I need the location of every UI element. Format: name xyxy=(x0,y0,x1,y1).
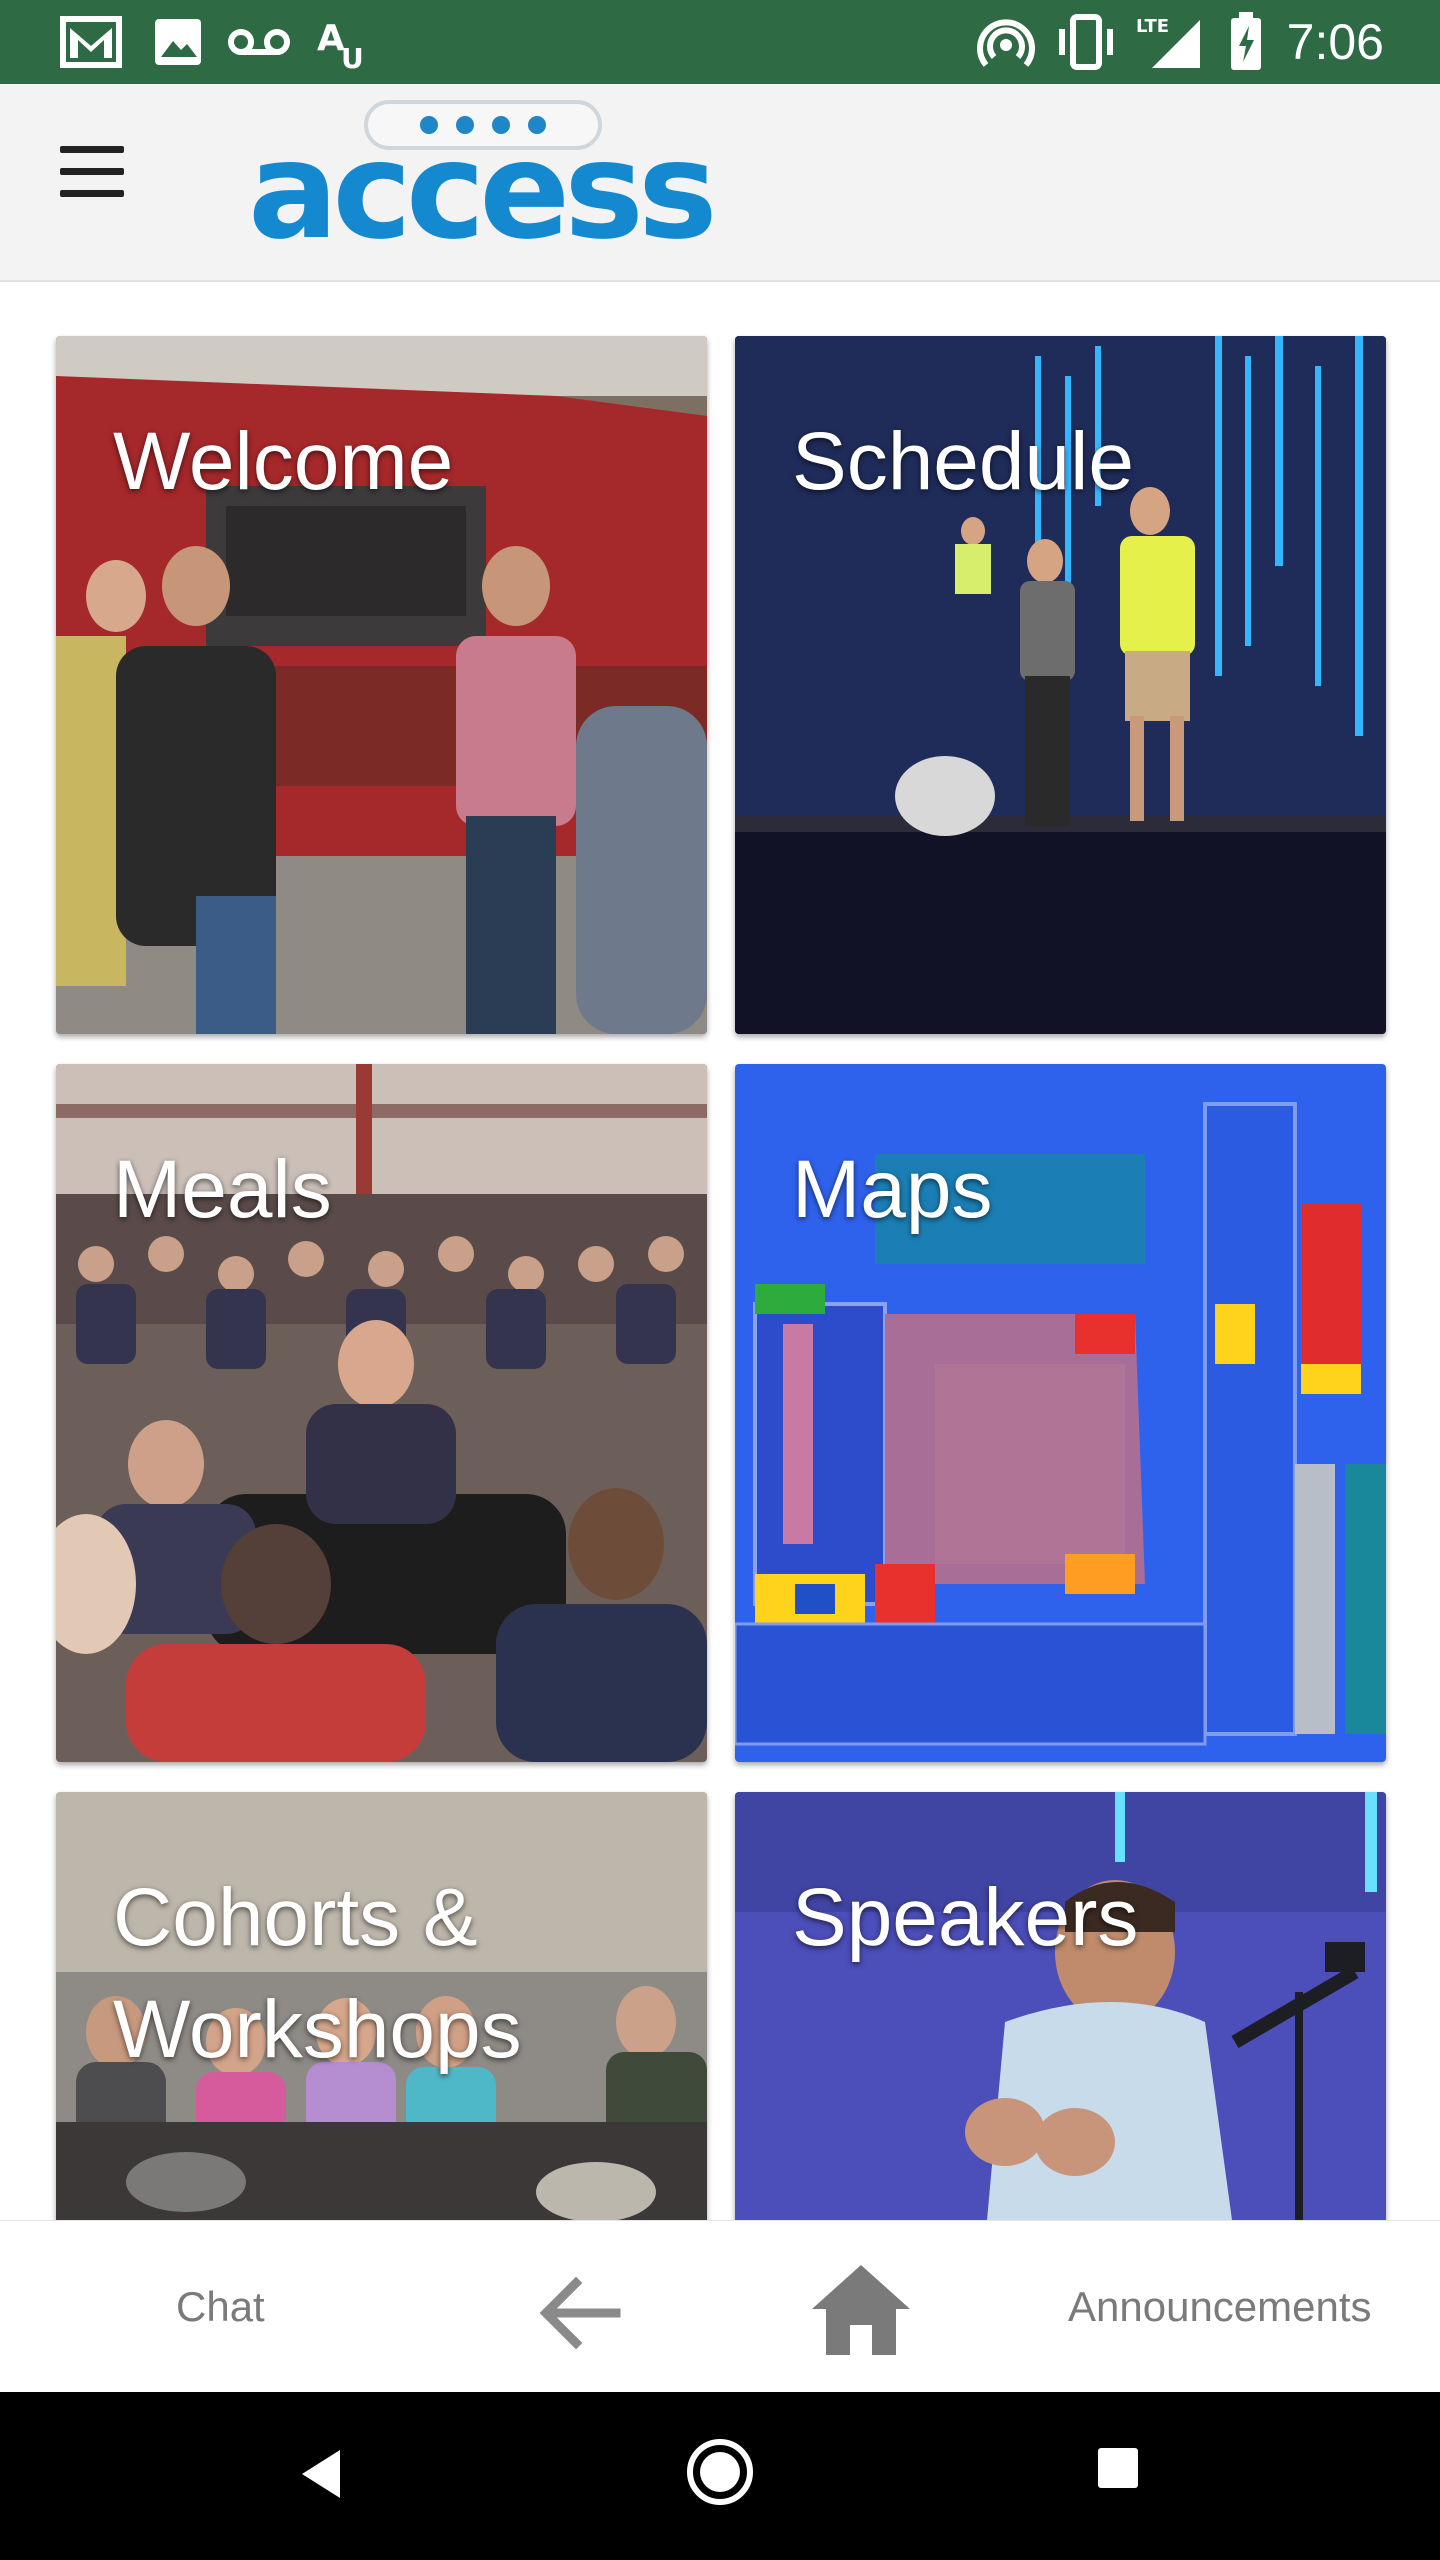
hamburger-menu-icon[interactable] xyxy=(60,146,136,210)
svg-text:LTE: LTE xyxy=(1136,16,1169,37)
gmail-icon xyxy=(58,12,124,72)
svg-text:U: U xyxy=(341,42,364,72)
tile-label: Welcome xyxy=(113,416,454,507)
tile-label: Schedule xyxy=(792,416,1134,507)
access-logo: access xyxy=(248,94,718,269)
tile-label: Maps xyxy=(792,1144,993,1235)
voicemail-icon xyxy=(226,12,292,72)
vibrate-icon xyxy=(1054,12,1118,72)
bottom-nav: Chat Announcements xyxy=(0,2220,1440,2393)
chat-button[interactable]: Chat xyxy=(176,2221,265,2393)
arrow-left-icon[interactable] xyxy=(536,2273,626,2353)
triangle-back-icon[interactable] xyxy=(296,2444,346,2504)
logo-text: access xyxy=(248,113,718,269)
status-bar: AU LTE 7:06 xyxy=(0,0,1440,84)
home-icon[interactable] xyxy=(806,2259,916,2359)
image-icon xyxy=(150,12,206,72)
tile-schedule[interactable]: Schedule xyxy=(735,336,1386,1034)
tile-label: Meals xyxy=(113,1144,332,1235)
tile-label: Speakers xyxy=(792,1872,1139,1963)
tile-welcome[interactable]: Welcome xyxy=(56,336,707,1034)
battery-charging-icon xyxy=(1226,12,1266,72)
translate-icon: AU xyxy=(312,12,374,72)
square-recents-icon[interactable] xyxy=(1096,2446,1140,2490)
status-time: 7:06 xyxy=(1286,14,1384,70)
app-bar: access xyxy=(0,84,1440,282)
tile-meals[interactable]: Meals xyxy=(56,1064,707,1762)
tile-label: Cohorts & Workshops xyxy=(113,1872,522,2075)
hotspot-icon xyxy=(976,12,1036,72)
system-nav-bar xyxy=(0,2392,1440,2560)
circle-home-icon[interactable] xyxy=(686,2438,754,2506)
lte-signal-icon: LTE xyxy=(1134,12,1204,72)
tile-maps[interactable]: Maps xyxy=(735,1064,1386,1762)
announcements-button[interactable]: Announcements xyxy=(1068,2221,1372,2393)
